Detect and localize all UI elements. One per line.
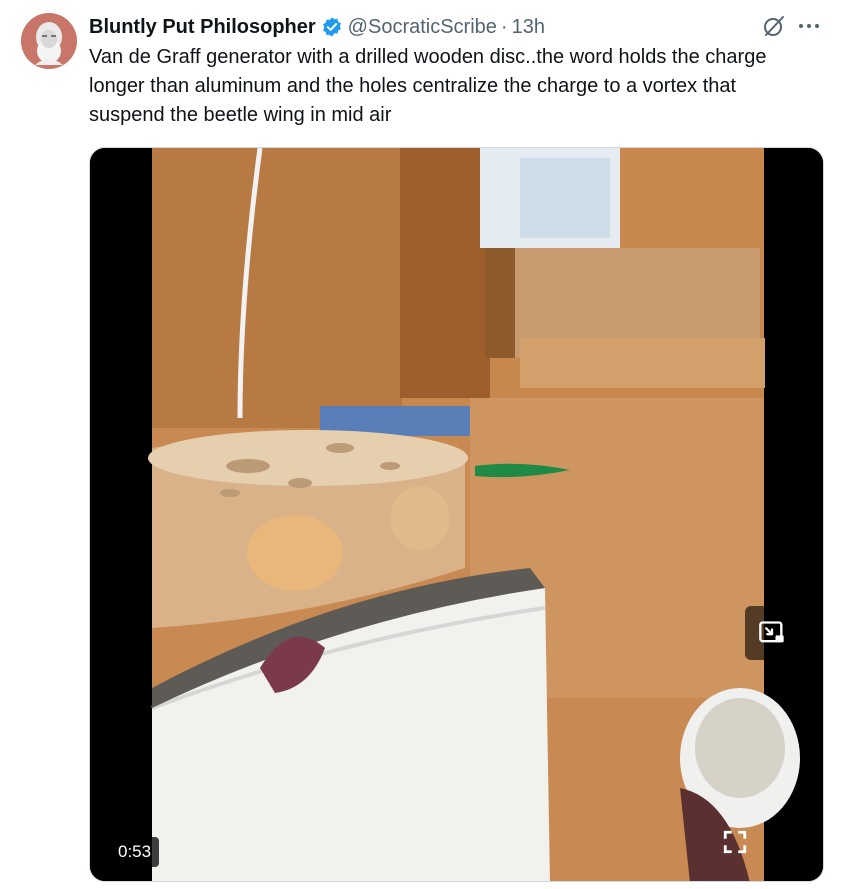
video-frame [90, 148, 823, 881]
more-icon[interactable] [796, 14, 822, 38]
tweet-header: Bluntly Put Philosopher @SocraticScribe … [89, 12, 545, 42]
picture-in-picture-icon [759, 621, 784, 643]
post-time[interactable]: 13h [512, 16, 545, 39]
grok-icon[interactable] [762, 14, 786, 38]
video-player[interactable]: 0:53 [89, 147, 824, 882]
display-name[interactable]: Bluntly Put Philosopher [89, 16, 316, 39]
author-handle[interactable]: @SocraticScribe [348, 16, 497, 39]
video-duration: 0:53 [110, 837, 160, 867]
fullscreen-icon [723, 830, 747, 854]
avatar[interactable] [21, 13, 77, 69]
tweet[interactable]: Bluntly Put Philosopher @SocraticScribe … [0, 0, 844, 889]
verified-badge-icon[interactable] [321, 16, 343, 38]
fullscreen-button[interactable] [715, 822, 755, 862]
separator-dot: · [500, 15, 508, 38]
tweet-text: Van de Graff generator with a drilled wo… [89, 46, 767, 126]
picture-in-picture-button[interactable] [745, 606, 799, 660]
